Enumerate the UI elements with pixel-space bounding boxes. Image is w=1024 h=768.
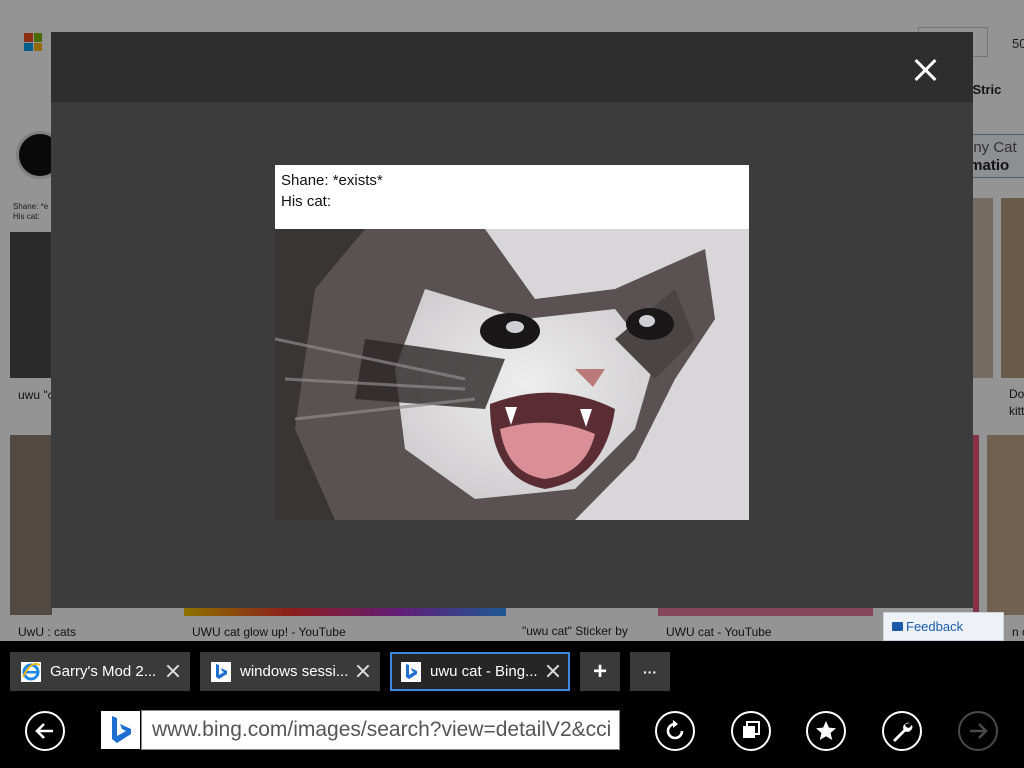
crying-cat-photo	[275, 229, 749, 520]
tab-title: windows sessi...	[240, 663, 349, 680]
bing-icon	[100, 710, 141, 750]
bing-icon	[211, 661, 231, 682]
tab-options-button[interactable]: ···	[630, 652, 670, 691]
meme-caption-line: His cat:	[281, 193, 332, 210]
favorites-button[interactable]	[806, 711, 846, 751]
favorites-icon	[816, 721, 836, 740]
refresh-button[interactable]	[655, 711, 695, 751]
modal-header	[51, 32, 973, 102]
feedback-button[interactable]: Feedback	[883, 612, 1004, 641]
address-bar: www.bing.com/images/search?view=detailV2…	[0, 700, 1024, 768]
new-tab-button[interactable]: +	[580, 652, 620, 691]
tab-title: uwu cat - Bing...	[430, 663, 538, 680]
tab-bar: Garry's Mod 2... windows sessi... uwu ca…	[0, 641, 1024, 700]
feedback-icon	[892, 622, 903, 631]
back-button[interactable]	[25, 711, 65, 751]
tab-garrys-mod[interactable]: Garry's Mod 2...	[10, 652, 190, 691]
tools-button[interactable]	[882, 711, 922, 751]
tab-switch-button[interactable]	[731, 711, 771, 751]
close-tab-icon[interactable]	[546, 664, 560, 678]
bing-icon	[401, 661, 421, 682]
tab-uwu-cat[interactable]: uwu cat - Bing...	[390, 652, 570, 691]
meme-caption-line: Shane: *exists*	[281, 172, 383, 189]
back-icon	[35, 723, 53, 739]
tab-title: Garry's Mod 2...	[50, 663, 157, 680]
forward-icon	[970, 723, 988, 739]
more-icon: ···	[643, 663, 657, 680]
close-icon[interactable]	[909, 54, 941, 86]
refresh-icon	[666, 720, 684, 740]
url-input[interactable]: www.bing.com/images/search?view=detailV2…	[141, 710, 620, 750]
image-viewer-modal: Shane: *exists* His cat:	[51, 32, 973, 608]
tab-switch-icon	[743, 721, 760, 738]
close-tab-icon[interactable]	[356, 664, 370, 678]
tools-icon	[893, 722, 913, 742]
tab-windows-session[interactable]: windows sessi...	[200, 652, 380, 691]
ie-icon	[21, 661, 41, 682]
forward-button[interactable]	[958, 711, 998, 751]
meme-caption: Shane: *exists* His cat:	[281, 170, 383, 212]
close-tab-icon[interactable]	[166, 664, 180, 678]
meme-image[interactable]: Shane: *exists* His cat:	[275, 165, 749, 520]
